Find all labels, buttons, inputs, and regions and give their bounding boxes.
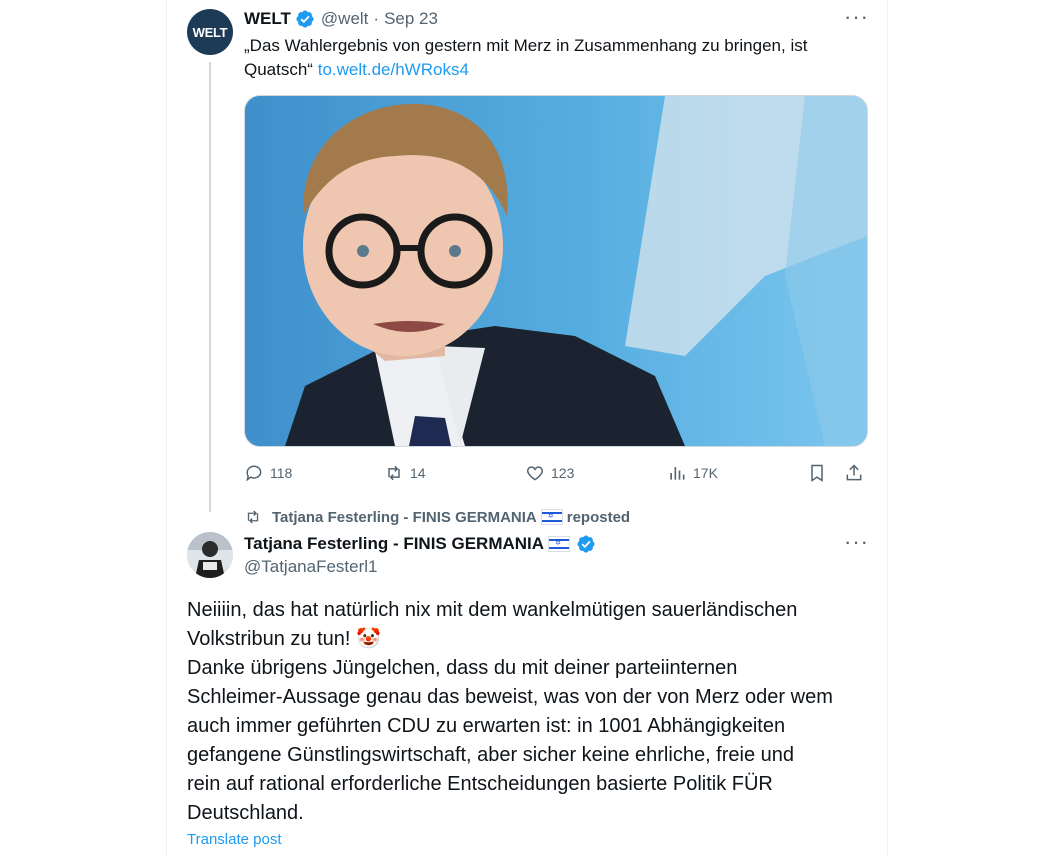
welt-date[interactable]: Sep 23 [384,9,438,29]
verified-badge-icon [577,535,595,553]
welt-link[interactable]: to.welt.de/hWRoks4 [318,60,469,79]
tf-post-text: Neiiiin, das hat natürlich nix mit dem w… [187,599,833,824]
repost-icon [388,465,400,481]
israel-flag-icon: ✡ [548,536,571,552]
israel-flag-icon: ✡ [540,509,563,525]
news-photo [245,96,867,446]
like-count: 123 [551,465,575,481]
reply-count: 118 [270,465,293,481]
tf-avatar[interactable] [187,532,233,578]
welt-post-text: „Das Wahlergebnis von gestern mit Merz i… [244,34,864,82]
views-icon [670,467,685,480]
repost-context-icon [247,510,259,524]
like-button[interactable]: 123 [525,458,574,488]
views-button[interactable]: 17K [667,458,718,488]
tf-more-icon[interactable]: ··· [844,531,869,553]
repost-context-suffix: reposted [566,508,631,526]
tf-post-header: Tatjana Festerling - FINIS GERMANIA ✡ [244,532,602,556]
repost-context[interactable]: Tatjana Festerling - FINIS GERMANIA ✡ re… [244,508,630,526]
tf-avatar-photo [187,532,233,578]
repost-button[interactable]: 14 [384,458,426,488]
tf-name[interactable]: Tatjana Festerling - FINIS GERMANIA [244,534,544,554]
translate-post-link[interactable]: Translate post [187,831,282,848]
repost-count: 14 [410,465,426,481]
separator-dot: · [373,9,380,28]
welt-action-bar: 118 14 123 17K [244,458,866,488]
post-image[interactable] [244,95,868,447]
share-button[interactable] [844,458,870,488]
bookmark-button[interactable] [807,458,833,488]
welt-more-icon[interactable]: ··· [844,6,869,28]
welt-post-header: WELT @welt · Sep 23 [244,8,438,30]
welt-name[interactable]: WELT [244,9,291,29]
tf-handle[interactable]: @TatjanaFesterl1 [244,557,378,577]
bookmark-icon [811,464,823,482]
reply-icon [246,465,262,482]
repost-context-name[interactable]: Tatjana Festerling - FINIS GERMANIA [272,509,537,526]
reply-button[interactable]: 118 [244,458,292,488]
thread-line [209,62,211,512]
welt-avatar[interactable]: WELT [187,9,233,55]
verified-badge-icon [296,10,314,28]
share-icon [846,464,862,481]
views-count: 17K [693,465,718,481]
heart-icon [526,466,544,481]
welt-handle[interactable]: @welt [321,9,369,29]
